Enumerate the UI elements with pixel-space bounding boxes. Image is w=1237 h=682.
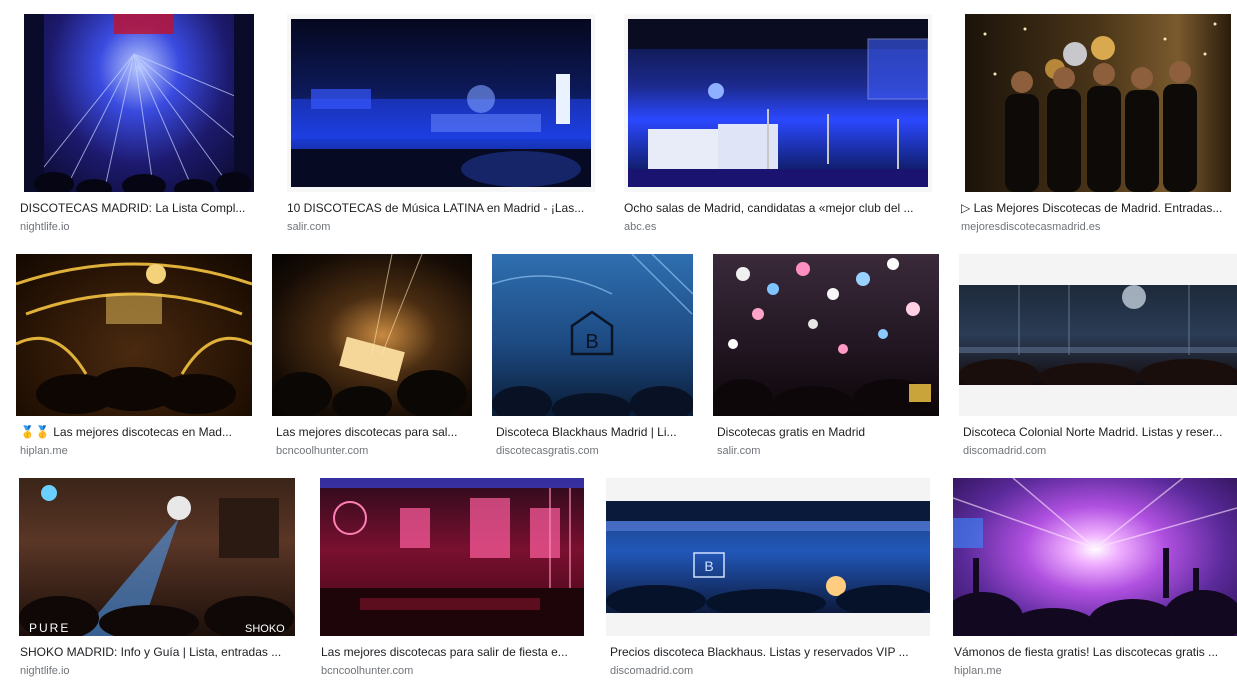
- result-source[interactable]: bcncoolhunter.com: [276, 444, 368, 458]
- result-source[interactable]: nightlife.io: [20, 664, 70, 678]
- image-result-1[interactable]: DISCOTECAS MADRID: La Lista Compl... nig…: [20, 14, 258, 234]
- result-thumbnail[interactable]: [713, 254, 939, 416]
- image-result-7[interactable]: B Discoteca Blackhaus Madrid | Li... dis…: [492, 254, 697, 460]
- result-thumbnail[interactable]: [959, 254, 1237, 416]
- result-thumbnail[interactable]: [287, 14, 595, 192]
- result-source[interactable]: nightlife.io: [20, 220, 70, 234]
- result-source[interactable]: hiplan.me: [954, 664, 1002, 678]
- result-title[interactable]: 10 DISCOTECAS de Música LATINA en Madrid…: [287, 200, 599, 216]
- colonial-norte-scene: [959, 285, 1237, 385]
- result-title[interactable]: Discoteca Colonial Norte Madrid. Listas …: [963, 424, 1235, 440]
- result-title[interactable]: Discotecas gratis en Madrid: [717, 424, 939, 440]
- result-thumbnail[interactable]: [320, 478, 584, 636]
- result-title[interactable]: Vámonos de fiesta gratis! Las discotecas…: [954, 644, 1234, 660]
- image-result-10[interactable]: PURE SHOKO SHOKO MADRID: Info y Guía | L…: [19, 478, 299, 682]
- image-result-8[interactable]: Discotecas gratis en Madrid salir.com: [713, 254, 943, 460]
- result-thumbnail[interactable]: B: [492, 254, 693, 416]
- concert-crowd-scene: [953, 478, 1237, 636]
- red-club-scene: [320, 478, 584, 636]
- result-thumbnail[interactable]: [624, 14, 932, 192]
- shoko-club-scene: PURE SHOKO: [19, 485, 294, 636]
- result-thumbnail[interactable]: [16, 254, 252, 416]
- blackhaus-logo-letter: B: [704, 558, 713, 574]
- vip-club-scene: [628, 19, 928, 187]
- image-result-12[interactable]: B Precios discoteca Blackhaus. Listas y …: [606, 478, 934, 682]
- image-result-4[interactable]: ▷ Las Mejores Discotecas de Madrid. Entr…: [961, 14, 1237, 234]
- result-source[interactable]: hiplan.me: [20, 444, 68, 458]
- result-source[interactable]: discomadrid.com: [610, 664, 693, 678]
- image-result-9[interactable]: Discoteca Colonial Norte Madrid. Listas …: [959, 254, 1237, 460]
- result-source[interactable]: discomadrid.com: [963, 444, 1046, 458]
- result-title[interactable]: Precios discoteca Blackhaus. Listas y re…: [610, 644, 930, 660]
- blackhaus-logo-scene: B: [492, 254, 693, 416]
- image-result-6[interactable]: Las mejores discotecas para sal... bcnco…: [272, 254, 476, 460]
- image-result-2[interactable]: 10 DISCOTECAS de Música LATINA en Madrid…: [287, 14, 599, 234]
- result-title[interactable]: DISCOTECAS MADRID: La Lista Compl...: [20, 200, 258, 216]
- latin-club-scene: [291, 74, 591, 187]
- party-group-scene: [983, 22, 1217, 192]
- result-thumbnail[interactable]: [24, 14, 254, 192]
- result-thumbnail[interactable]: [272, 254, 472, 416]
- result-source[interactable]: abc.es: [624, 220, 656, 234]
- image-result-3[interactable]: Ocho salas de Madrid, candidatas a «mejo…: [624, 14, 936, 234]
- result-source[interactable]: discotecasgratis.com: [496, 444, 599, 458]
- result-thumbnail[interactable]: [953, 478, 1237, 636]
- result-title[interactable]: 🥇🥇 Las mejores discotecas en Mad...: [20, 424, 256, 440]
- laser-show-scene: [24, 14, 254, 192]
- balloons-scene: [713, 258, 933, 416]
- blackhaus-club-scene: B: [606, 501, 930, 613]
- result-thumbnail[interactable]: B: [606, 478, 930, 636]
- result-title[interactable]: SHOKO MADRID: Info y Guía | Lista, entra…: [20, 644, 298, 660]
- result-source[interactable]: salir.com: [287, 220, 330, 234]
- result-thumbnail[interactable]: [965, 14, 1231, 192]
- dj-booth-scene: [272, 254, 467, 416]
- result-title[interactable]: ▷ Las Mejores Discotecas de Madrid. Entr…: [961, 200, 1233, 216]
- result-source[interactable]: salir.com: [717, 444, 760, 458]
- pure-overlay-text: PURE: [29, 621, 70, 635]
- image-result-11[interactable]: Las mejores discotecas para salir de fie…: [320, 478, 588, 682]
- result-source[interactable]: bcncoolhunter.com: [321, 664, 413, 678]
- blackhaus-logo-letter: B: [585, 331, 598, 353]
- result-thumbnail[interactable]: PURE SHOKO: [19, 478, 295, 636]
- result-title[interactable]: Discoteca Blackhaus Madrid | Li...: [496, 424, 693, 440]
- result-title[interactable]: Las mejores discotecas para sal...: [276, 424, 472, 440]
- result-title[interactable]: Ocho salas de Madrid, candidatas a «mejo…: [624, 200, 936, 216]
- result-title[interactable]: Las mejores discotecas para salir de fie…: [321, 644, 587, 660]
- image-result-5[interactable]: 🥇🥇 Las mejores discotecas en Mad... hipl…: [16, 254, 256, 460]
- shoko-overlay-text: SHOKO: [245, 623, 285, 635]
- image-result-13[interactable]: Vámonos de fiesta gratis! Las discotecas…: [953, 478, 1237, 682]
- theatre-club-scene: [16, 262, 252, 414]
- result-source[interactable]: mejoresdiscotecasmadrid.es: [961, 220, 1100, 234]
